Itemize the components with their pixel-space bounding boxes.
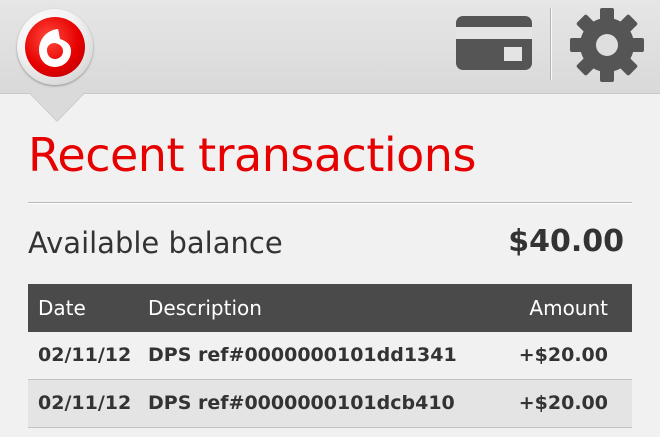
table-row[interactable]: 02/11/12 DPS ref#0000000101dcb410 +$20.0… bbox=[28, 380, 632, 428]
row-description: DPS ref#0000000101dd1341 bbox=[148, 344, 457, 366]
row-date: 02/11/12 bbox=[38, 344, 132, 366]
vodafone-logo-icon[interactable] bbox=[17, 9, 93, 85]
row-amount: +$20.00 bbox=[518, 392, 608, 414]
balance-value: $40.00 bbox=[508, 224, 624, 259]
column-header-amount: Amount bbox=[529, 296, 608, 320]
title-divider bbox=[28, 202, 632, 204]
page-title: Recent transactions bbox=[28, 128, 476, 182]
column-header-description: Description bbox=[148, 296, 262, 320]
row-amount: +$20.00 bbox=[518, 344, 608, 366]
balance-label: Available balance bbox=[28, 226, 283, 260]
table-header: Date Description Amount bbox=[28, 284, 632, 332]
row-description: DPS ref#0000000101dcb410 bbox=[148, 392, 455, 414]
header-pointer bbox=[30, 93, 84, 121]
column-header-date: Date bbox=[38, 296, 86, 320]
header-divider bbox=[550, 8, 552, 80]
credit-card-icon[interactable] bbox=[454, 14, 534, 74]
app-header bbox=[0, 0, 660, 94]
gear-icon[interactable] bbox=[567, 5, 647, 85]
row-date: 02/11/12 bbox=[38, 392, 132, 414]
transactions-table: Date Description Amount 02/11/12 DPS ref… bbox=[28, 284, 632, 428]
table-row[interactable]: 02/11/12 DPS ref#0000000101dd1341 +$20.0… bbox=[28, 332, 632, 380]
